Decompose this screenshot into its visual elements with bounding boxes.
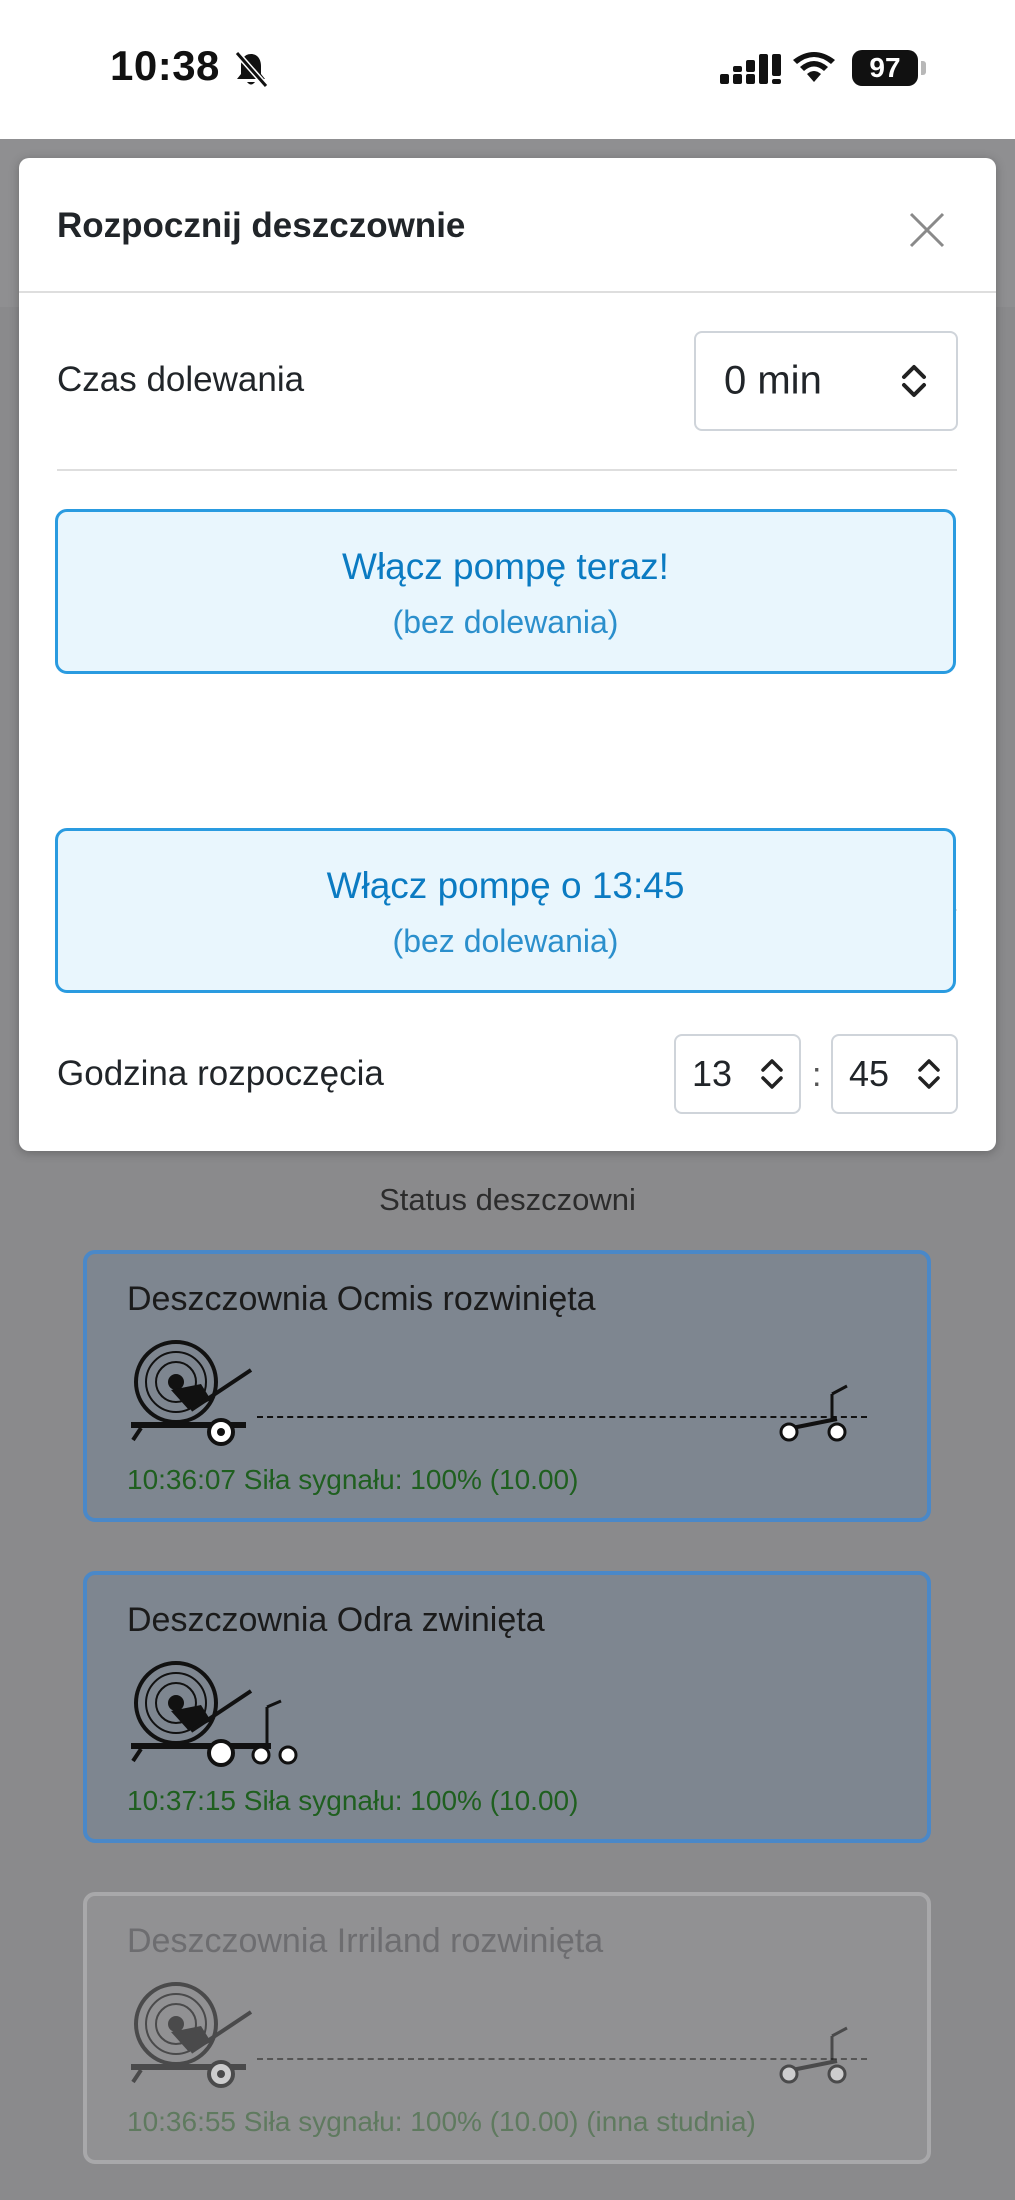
fill-time-label: Czas dolewania: [57, 360, 305, 399]
pump-at-time-button[interactable]: Włącz pompę o 13:45 (bez dolewania): [55, 828, 956, 993]
bell-slash-icon: [234, 51, 269, 88]
status-bar: 10:38 97: [0, 0, 1015, 139]
battery-tip: [921, 61, 926, 75]
status-section-title: Status deszczowni: [379, 1182, 636, 1217]
pump-at-sublabel: (bez dolewania): [392, 923, 619, 959]
fill-time-value: 0 min: [724, 358, 822, 403]
battery-icon: 97: [852, 50, 918, 86]
chevron-up-down-icon: [918, 1059, 940, 1089]
minute-select[interactable]: 45: [831, 1034, 958, 1114]
time-separator: :: [812, 1056, 822, 1094]
hose-reel-icon: [131, 1340, 253, 1446]
hose-reel-rolled-icon: [131, 1661, 298, 1767]
sprinkler-card-ocmis[interactable]: Deszczownia Ocmis rozwinięta 10:36:07 Si…: [83, 1250, 931, 1522]
sprinkler-cart-icon: [779, 1384, 848, 1442]
minute-value: 45: [849, 1053, 890, 1094]
sprinkler-cart-icon: [779, 2026, 848, 2084]
hour-select[interactable]: 13: [674, 1034, 801, 1114]
hose-reel-icon: [131, 1982, 253, 2088]
sprinkler-card-odra[interactable]: Deszczownia Odra zwinięta 10:37:15 Siła …: [83, 1571, 931, 1843]
close-icon[interactable]: [907, 210, 947, 250]
card-title: Deszczownia Odra zwinięta: [127, 1601, 545, 1639]
hour-value: 13: [692, 1053, 733, 1094]
chevron-up-down-icon: [902, 365, 926, 397]
fill-time-select[interactable]: 0 min: [694, 331, 958, 431]
pump-now-button[interactable]: Włącz pompę teraz! (bez dolewania): [55, 509, 956, 674]
pump-now-label: Włącz pompę teraz!: [342, 546, 669, 587]
modal-title: Rozpocznij deszczownie: [57, 206, 466, 245]
signal-status: 10:37:15 Siła sygnału: 100% (10.00): [127, 1785, 579, 1816]
wifi-icon: [793, 52, 835, 82]
pump-now-sublabel: (bez dolewania): [392, 604, 619, 640]
hose-line: [257, 2058, 867, 2060]
start-irrigation-modal: Rozpocznij deszczownie Czas dolewania 0 …: [19, 158, 996, 1151]
hose-line: [257, 1416, 867, 1418]
signal-status: 10:36:55 Siła sygnału: 100% (10.00) (inn…: [127, 2106, 756, 2137]
card-title: Deszczownia Irriland rozwinięta: [127, 1922, 604, 1960]
signal-icon: [720, 54, 781, 84]
signal-status: 10:36:07 Siła sygnału: 100% (10.00): [127, 1464, 579, 1495]
modal-header: Rozpocznij deszczownie: [19, 158, 996, 293]
start-time-label: Godzina rozpoczęcia: [57, 1054, 384, 1093]
sprinkler-card-irriland[interactable]: Deszczownia Irriland rozwinięta 10:36:55…: [83, 1892, 931, 2164]
pump-at-label: Włącz pompę o 13:45: [326, 865, 685, 906]
card-title: Deszczownia Ocmis rozwinięta: [127, 1280, 596, 1318]
status-time: 10:38: [110, 42, 220, 89]
divider: [57, 469, 957, 471]
chevron-up-down-icon: [761, 1059, 783, 1089]
